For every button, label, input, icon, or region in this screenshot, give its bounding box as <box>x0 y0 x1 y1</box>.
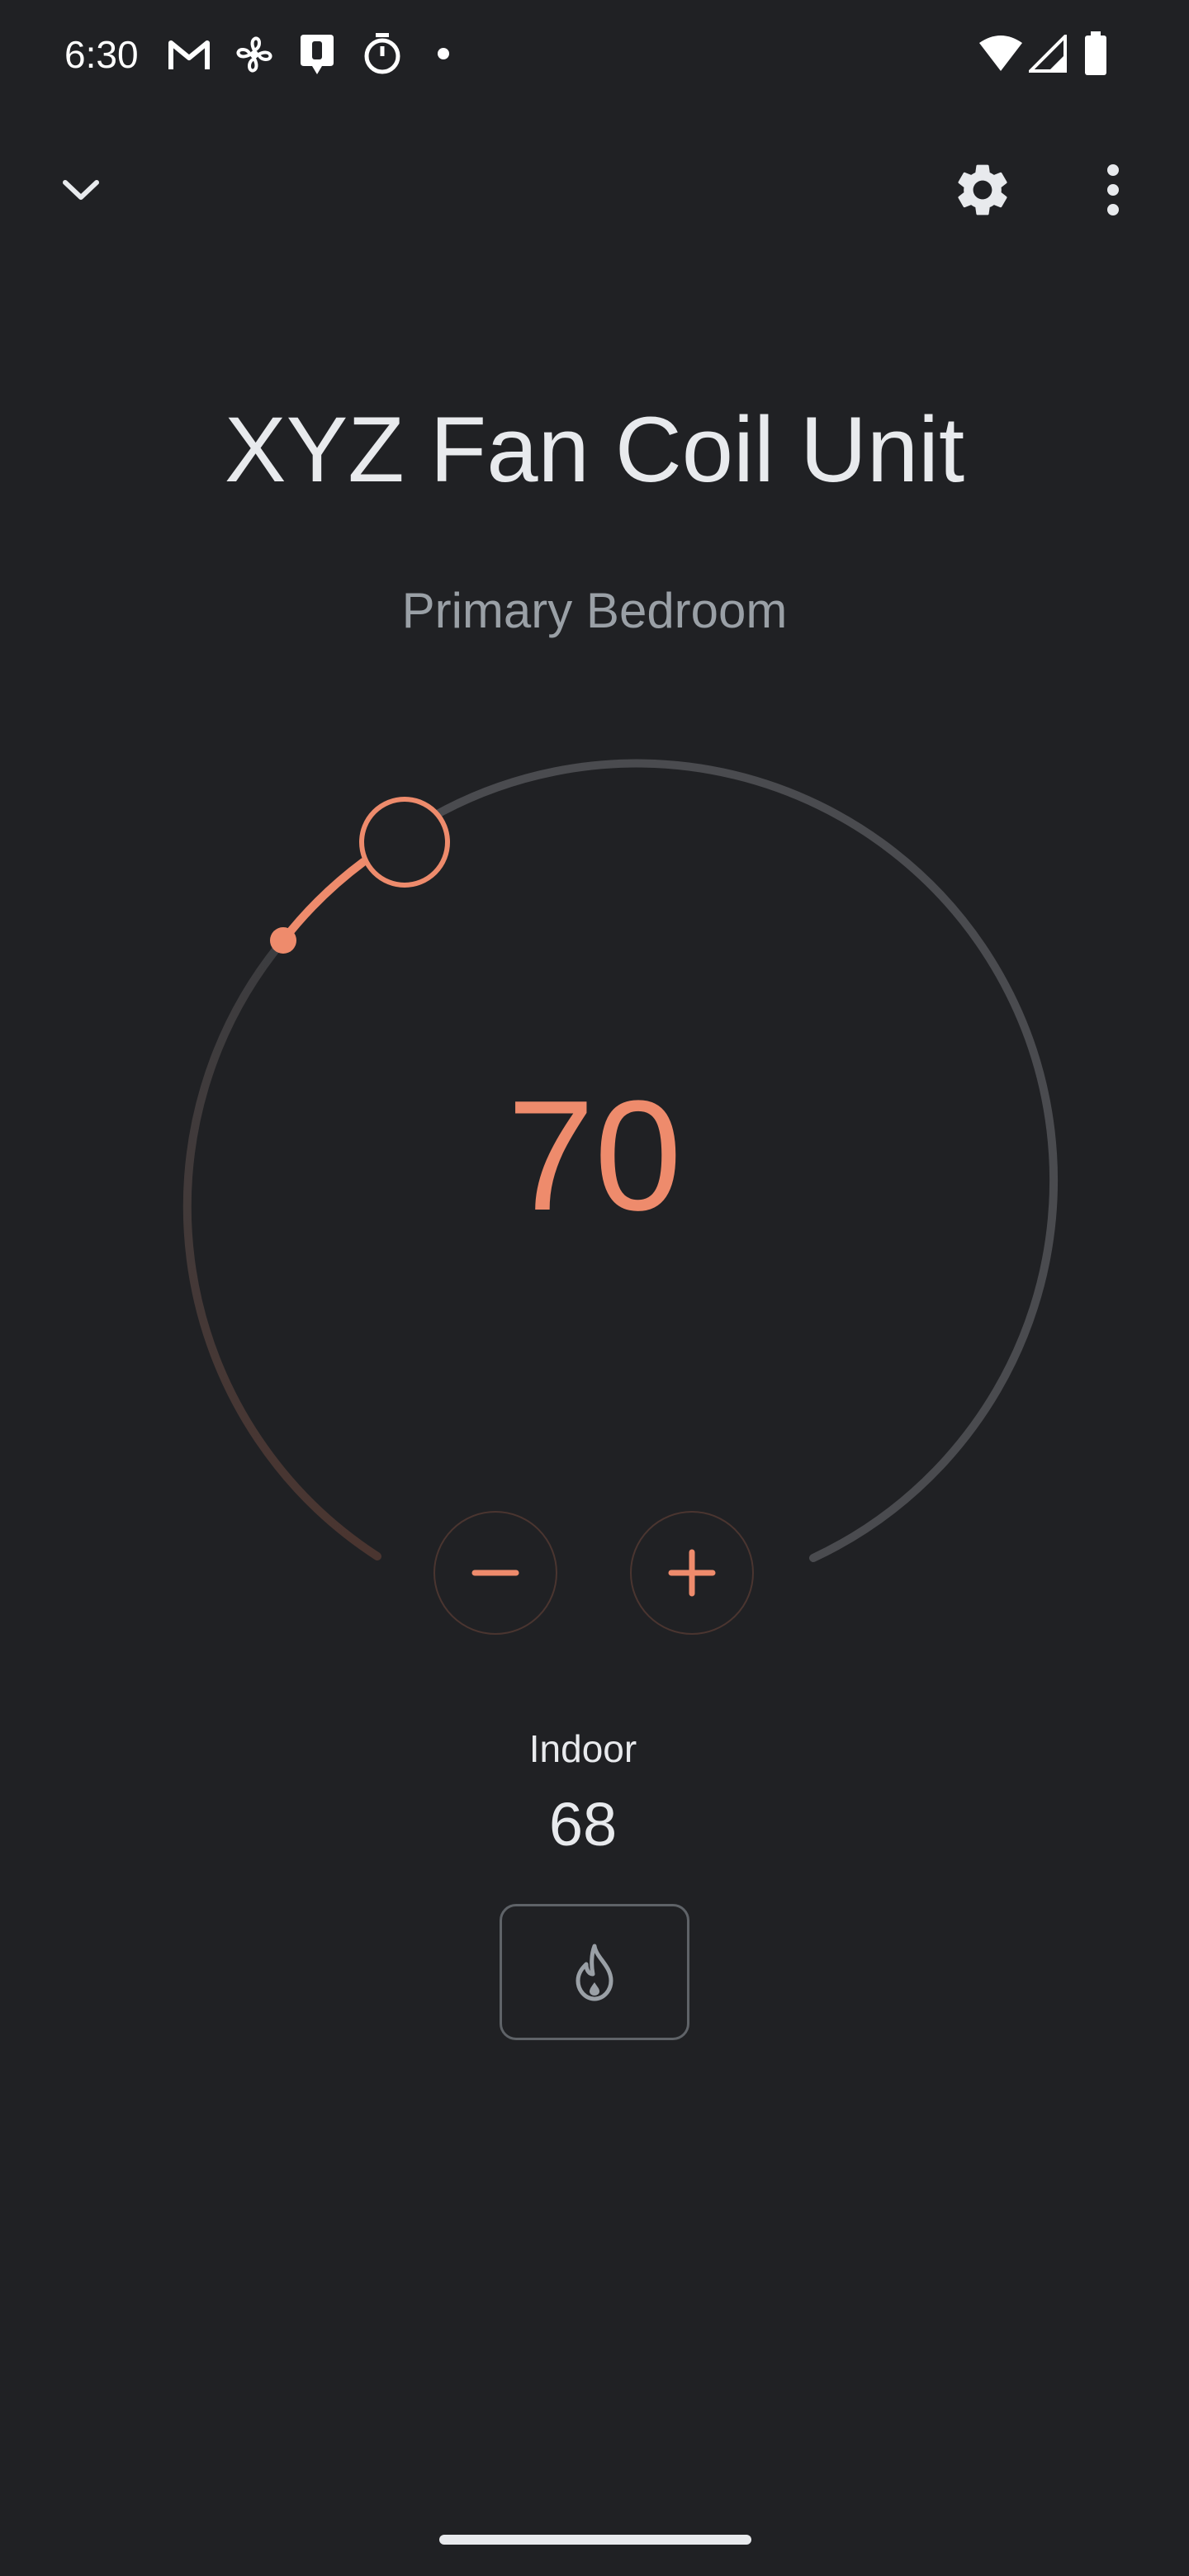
gesture-nav-handle[interactable] <box>439 2535 751 2545</box>
dial-start-dot <box>270 927 296 954</box>
thermostat-dial[interactable] <box>0 0 1189 1651</box>
dial-track-left <box>182 936 381 1560</box>
dial-active-arc <box>279 858 367 945</box>
plus-icon <box>668 1549 716 1597</box>
dial-thumb <box>359 797 450 888</box>
decrease-button[interactable] <box>433 1511 557 1635</box>
heat-mode-button[interactable] <box>500 1904 689 2040</box>
indoor-label: Indoor <box>528 1727 637 1770</box>
flame-icon <box>576 1944 613 2001</box>
increase-button[interactable] <box>630 1511 754 1635</box>
minus-icon <box>471 1570 519 1576</box>
indoor-temperature: 68 <box>548 1790 618 1859</box>
setpoint-value: 70 <box>507 1068 682 1243</box>
